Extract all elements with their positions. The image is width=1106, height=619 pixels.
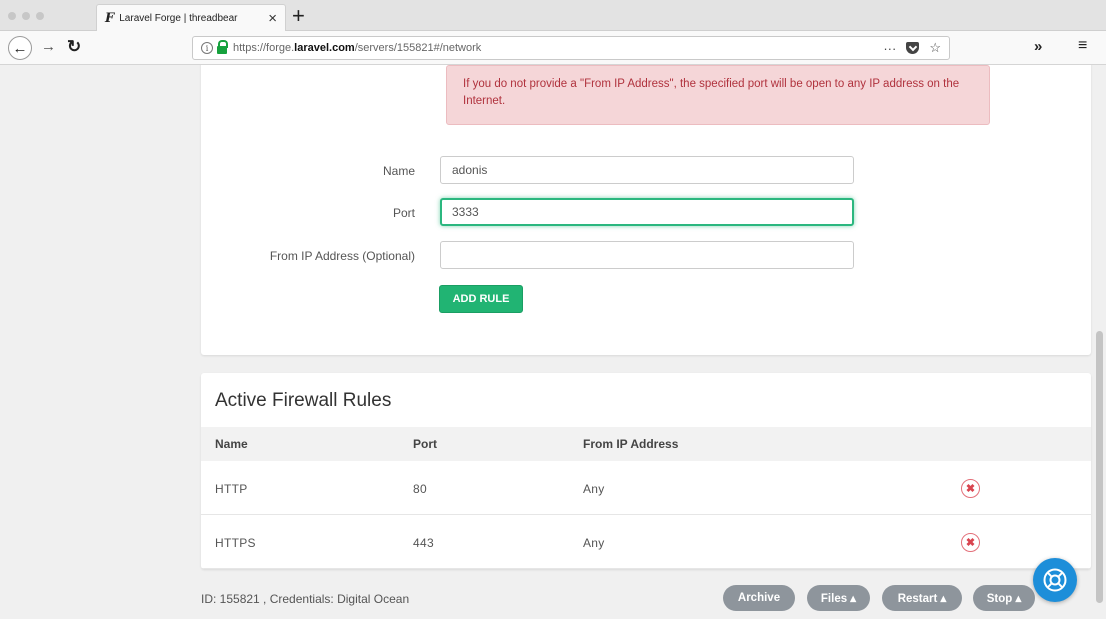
add-firewall-rule-panel: If you do not provide a "From IP Address…	[201, 65, 1091, 355]
rule-port: 80	[413, 482, 427, 496]
forge-favicon-icon: F	[105, 10, 115, 26]
table-row: HTTPS 443 Any ✖	[201, 515, 1091, 569]
rule-port: 443	[413, 536, 434, 550]
tab-title: Laravel Forge | threadbear	[119, 12, 238, 24]
from-ip-label: From IP Address (Optional)	[269, 249, 415, 263]
name-input[interactable]	[440, 156, 854, 184]
server-info: ID: 155821 , Credentials: Digital Ocean	[201, 592, 410, 606]
window-close-dot[interactable]	[8, 12, 16, 20]
toolbar-overflow-icon[interactable]: »	[1034, 38, 1042, 55]
active-firewall-rules-panel: Active Firewall Rules Name Port From IP …	[201, 373, 1091, 569]
table-row: HTTP 80 Any ✖	[201, 461, 1091, 515]
column-header-name: Name	[215, 437, 248, 451]
page-scrollbar-thumb[interactable]	[1096, 331, 1103, 603]
page-scrollbar-track[interactable]	[1094, 65, 1106, 619]
rule-from-ip: Any	[583, 536, 605, 550]
port-label: Port	[392, 206, 415, 220]
reload-icon[interactable]: ↻	[67, 37, 81, 57]
stop-button[interactable]: Stop ▴	[973, 585, 1035, 611]
rule-name: HTTP	[215, 482, 248, 496]
site-info-icon[interactable]: i	[201, 42, 213, 54]
url-text[interactable]: https://forge.laravel.com/servers/155821…	[233, 42, 883, 54]
lock-icon	[217, 40, 228, 54]
column-header-port: Port	[413, 437, 437, 451]
files-button[interactable]: Files ▴	[807, 585, 870, 611]
from-ip-input[interactable]	[440, 241, 854, 269]
restart-button[interactable]: Restart ▴	[882, 585, 962, 611]
warning-alert: If you do not provide a "From IP Address…	[446, 65, 990, 125]
delete-rule-icon[interactable]: ✖	[961, 533, 980, 552]
bookmark-star-icon[interactable]: ☆	[929, 40, 941, 56]
page-content: If you do not provide a "From IP Address…	[0, 65, 1106, 619]
browser-tab[interactable]: F Laravel Forge | threadbear ×	[96, 4, 286, 31]
forward-arrow-icon[interactable]: →	[41, 38, 56, 55]
url-bar[interactable]: i https://forge.laravel.com/servers/1558…	[192, 36, 950, 60]
name-label: Name	[382, 164, 415, 178]
rule-from-ip: Any	[583, 482, 605, 496]
help-lifebuoy-graphic	[1043, 568, 1067, 592]
archive-button[interactable]: Archive	[723, 585, 795, 611]
page-actions-icon[interactable]: ···	[883, 41, 896, 56]
column-header-from-ip: From IP Address	[583, 437, 679, 451]
add-rule-button[interactable]: ADD RULE	[439, 285, 523, 313]
hamburger-menu-icon[interactable]: ≡	[1078, 37, 1087, 55]
rule-name: HTTPS	[215, 536, 256, 550]
new-tab-icon[interactable]: +	[292, 3, 305, 29]
rules-table-header: Name Port From IP Address	[201, 427, 1091, 461]
port-input[interactable]	[440, 198, 854, 226]
delete-rule-icon[interactable]: ✖	[961, 479, 980, 498]
browser-nav-bar: ← → ↻ i https://forge.laravel.com/server…	[0, 31, 1106, 65]
tab-close-icon[interactable]: ×	[268, 10, 277, 27]
browser-tab-bar: F Laravel Forge | threadbear × +	[0, 0, 1106, 31]
window-minimize-dot[interactable]	[22, 12, 30, 20]
back-arrow-icon[interactable]: ←	[8, 36, 32, 60]
window-zoom-dot[interactable]	[36, 12, 44, 20]
pocket-icon[interactable]	[906, 42, 920, 54]
rules-title: Active Firewall Rules	[215, 390, 392, 411]
lifebuoy-icon[interactable]	[1033, 558, 1077, 602]
